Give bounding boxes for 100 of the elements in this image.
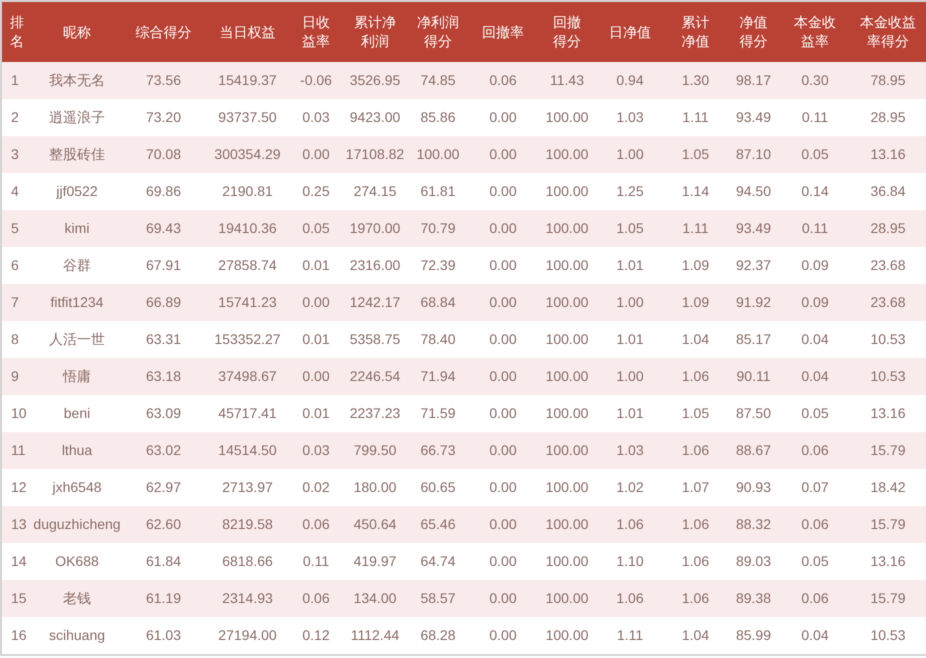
table-cell-text: 66.89 — [146, 293, 182, 312]
table-cell-text: 3526.95 — [350, 71, 400, 90]
table-cell-text: 72.39 — [420, 256, 456, 275]
table-cell-text: 100.00 — [546, 589, 588, 608]
table-cell-text: 5358.75 — [350, 330, 400, 349]
table-cell-text: 100.00 — [416, 145, 460, 164]
table-cell-text: 0.94 — [616, 71, 644, 90]
table-cell-text: 15741.23 — [218, 293, 277, 312]
table-cell-text: 10.53 — [870, 367, 906, 386]
table-cell-text: 71.94 — [420, 367, 456, 386]
table-cell-text: jjf0522 — [56, 182, 98, 201]
table-cell-text: 0.11 — [802, 108, 828, 127]
table-cell-text: 62.97 — [146, 478, 182, 497]
table-cell-text: 65.46 — [420, 515, 456, 534]
table-cell-text: 0.00 — [302, 145, 330, 164]
table-cell-text: 93737.50 — [218, 108, 277, 127]
table-cell-text: 63.09 — [146, 404, 182, 423]
table-cell-text: 92.37 — [736, 256, 772, 275]
table-cell-text: 23.68 — [870, 256, 906, 275]
table-cell-text: 90.11 — [736, 367, 770, 386]
table-cell-text: duguzhicheng — [33, 515, 121, 534]
table-cell-text: -0.06 — [300, 71, 332, 90]
table-cell-text: 2316.00 — [350, 256, 400, 275]
table-cell-text: 1112.44 — [350, 626, 400, 645]
table-cell-text: 1.06 — [682, 367, 710, 386]
table-cell-text: 9 — [11, 367, 19, 386]
table-cell-text: 300354.29 — [214, 145, 281, 164]
table-cell-text: 100.00 — [546, 256, 588, 275]
table-cell-text: 7 — [11, 293, 19, 312]
table-cell-text: 0.00 — [489, 589, 517, 608]
table-cell-text: 66.73 — [420, 441, 456, 460]
table-cell-text: 5 — [11, 219, 19, 238]
table-cell-text: 274.15 — [354, 182, 396, 201]
table-cell-text: kimi — [64, 219, 90, 238]
table-cell-text: 1.06 — [616, 515, 644, 534]
table-cell-text: 0.01 — [302, 330, 330, 349]
table-cell-text: 1.11 — [682, 219, 709, 238]
table-cell-text: 100.00 — [546, 108, 588, 127]
table-cell-text: 58.57 — [420, 589, 456, 608]
table-cell-text: 0.00 — [489, 219, 517, 238]
table-cell-text: 71.59 — [420, 404, 456, 423]
table-cell-text: OK688 — [55, 552, 99, 571]
table-cell-text: 4 — [11, 182, 19, 201]
table-cell-text: 94.50 — [736, 182, 772, 201]
table-cell-text: 0.05 — [801, 145, 829, 164]
table-cell-text: 2 — [11, 108, 19, 127]
column-header: 综合得分 — [136, 22, 192, 42]
column-header: 本金收益率得分 — [860, 13, 916, 51]
table-cell-text: 100.00 — [546, 293, 588, 312]
table-cell-text: 0.06 — [302, 515, 330, 534]
table-cell-text: 100.00 — [546, 478, 588, 497]
table-cell-text: 0.05 — [801, 552, 829, 571]
table-cell-text: 15419.37 — [218, 71, 277, 90]
table-cell-text: 1.04 — [682, 626, 710, 645]
table-cell-text: 23.68 — [870, 293, 906, 312]
table-cell-text: 0.01 — [302, 404, 330, 423]
table-cell-text: 0.09 — [801, 256, 829, 275]
table-cell-text: 1.01 — [616, 404, 644, 423]
table-cell-text: 0.06 — [489, 71, 517, 90]
table-cell-text: 0.04 — [801, 330, 829, 349]
table-cell-text: 1.07 — [682, 478, 710, 497]
table-cell-text: 2246.54 — [350, 367, 400, 386]
table-cell-text: 0.02 — [302, 478, 330, 497]
table-cell-text: 1.05 — [682, 404, 710, 423]
table-cell-text: 89.03 — [736, 552, 772, 571]
table-cell-text: 6 — [11, 256, 19, 275]
table-cell-text: 70.08 — [146, 145, 182, 164]
table-cell-text: 0.04 — [801, 626, 829, 645]
table-cell-text: 134.00 — [354, 589, 396, 608]
table-cell-text: 1.05 — [682, 145, 710, 164]
table-cell-text: 63.31 — [146, 330, 182, 349]
table-cell-text: 0.05 — [302, 219, 330, 238]
table-cell-text: 9423.00 — [350, 108, 400, 127]
table-cell-text: 2237.23 — [350, 404, 400, 423]
table-cell-text: 98.17 — [736, 71, 772, 90]
table-cell-text: 0.00 — [489, 293, 517, 312]
table-cell-text: 61.03 — [146, 626, 182, 645]
table-cell-text: 0.00 — [489, 552, 517, 571]
table-cell-text: 1.03 — [616, 441, 644, 460]
table-cell-text: 1.09 — [682, 256, 710, 275]
column-header: 回撤率 — [482, 22, 524, 42]
table-cell-text: 0.25 — [302, 182, 330, 201]
table-cell-text: 73.20 — [146, 108, 182, 127]
table-cell-text: 15.79 — [870, 589, 906, 608]
table-cell-text: 100.00 — [546, 182, 588, 201]
table-cell-text: 93.49 — [736, 219, 772, 238]
table-cell-text: 1.11 — [682, 108, 709, 127]
table-cell-text: 老钱 — [63, 589, 91, 608]
table-cell-text: 0.00 — [489, 182, 517, 201]
table-cell-text: 6818.66 — [222, 552, 273, 571]
table-cell-text: 27194.00 — [218, 626, 277, 645]
table-cell-text: 28.95 — [870, 108, 906, 127]
column-header: 日收益率 — [302, 13, 330, 51]
table-cell-text: 0.11 — [802, 219, 828, 238]
table-cell-text: 0.00 — [489, 256, 517, 275]
table-cell-text: 人活一世 — [49, 330, 105, 349]
table-cell-text: 0.06 — [801, 441, 829, 460]
table-cell-text: 1242.17 — [350, 293, 400, 312]
table-cell-text: 0.00 — [489, 515, 517, 534]
table-cell-text: 64.74 — [420, 552, 456, 571]
